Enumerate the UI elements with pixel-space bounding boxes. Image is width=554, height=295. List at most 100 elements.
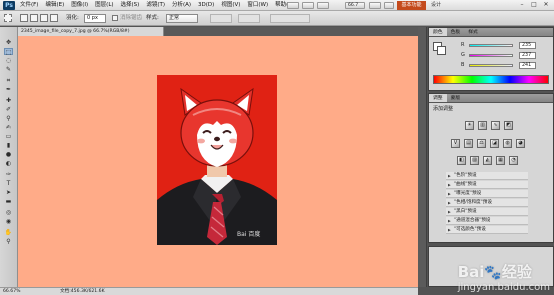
screen-mode-button[interactable]	[384, 2, 394, 9]
lasso-tool-icon[interactable]: ◌	[4, 57, 13, 64]
zoom-select[interactable]: 66.7	[345, 2, 365, 9]
new-selection-icon[interactable]	[20, 14, 28, 22]
arrange-button[interactable]	[369, 2, 381, 9]
gradient-map-icon[interactable]: ▦	[496, 156, 505, 165]
brightness-icon[interactable]: ☀	[465, 121, 474, 130]
move-tool-icon[interactable]: ✥	[4, 39, 13, 46]
tab-styles[interactable]: 样式	[464, 28, 482, 36]
3d-camera-icon[interactable]: ◉	[4, 218, 13, 225]
antialias-checkbox[interactable]	[112, 15, 118, 21]
close-icon[interactable]: ✕	[541, 1, 551, 9]
watermark-brand: Bai	[457, 263, 485, 281]
menu-edit[interactable]: 编辑(E)	[45, 0, 64, 11]
posterize-icon[interactable]: ▨	[470, 156, 479, 165]
adjustments-panel-tabs: 调整 蒙版	[429, 94, 553, 103]
eraser-icon[interactable]: ▭	[4, 133, 13, 140]
vibrance-icon[interactable]: V	[451, 139, 460, 148]
restore-icon[interactable]: □	[529, 1, 539, 9]
channel-r-input[interactable]: 235	[519, 42, 536, 49]
exposure-icon[interactable]: ◩	[504, 121, 513, 130]
eyedropper-icon[interactable]: ✒	[4, 86, 13, 93]
type-tool-icon[interactable]: T	[4, 180, 13, 187]
threshold-icon[interactable]: ◭	[483, 156, 492, 165]
clone-stamp-icon[interactable]: ⚲	[4, 115, 13, 122]
hand-tool-icon[interactable]: ✋	[4, 229, 13, 236]
menu-bar: Ps 文件(F) 编辑(E) 图像(I) 图层(L) 选择(S) 滤镜(T) 分…	[0, 0, 554, 11]
document-tab[interactable]: 2345_image_file_copy_7.jpg @ 66.7%(RGB/8…	[18, 27, 164, 36]
channel-g-input[interactable]: 237	[519, 52, 536, 59]
intersect-selection-icon[interactable]	[50, 14, 58, 22]
brush-tool-icon[interactable]: ✐	[4, 106, 13, 113]
preset-levels[interactable]: "色阶"预设	[446, 172, 528, 180]
channel-b-slider[interactable]	[469, 64, 513, 67]
preset-selective-color[interactable]: "可选颜色"预设	[446, 226, 528, 234]
paw-icon: 🐾	[484, 265, 502, 281]
preset-curves[interactable]: "曲线"预设	[446, 181, 528, 189]
menu-filter[interactable]: 滤镜(T)	[146, 0, 165, 11]
selective-color-icon[interactable]: ◔	[509, 156, 518, 165]
preset-hue-saturation[interactable]: "色相/饱和度"预设	[446, 199, 528, 207]
menu-analysis[interactable]: 分析(A)	[172, 0, 191, 11]
width-input	[210, 14, 232, 23]
menu-3d[interactable]: 3D(D)	[198, 0, 214, 11]
marquee-tool-icon[interactable]: ⬚	[4, 48, 13, 56]
hue-saturation-icon[interactable]: ▤	[464, 139, 473, 148]
path-select-icon[interactable]: ➤	[4, 189, 13, 196]
tab-masks[interactable]: 蒙版	[447, 94, 465, 102]
crop-tool-icon[interactable]: ⌗	[4, 77, 13, 84]
color-panel: 颜色 色板 样式 R 235 G 237 B 241	[428, 27, 554, 91]
preset-black-white[interactable]: "黑白"预设	[446, 208, 528, 216]
curves-icon[interactable]: ∿	[491, 121, 500, 130]
marquee-tool-icon[interactable]	[4, 14, 12, 22]
black-white-icon[interactable]: ◪	[490, 139, 499, 148]
style-select[interactable]: 正常	[166, 14, 198, 23]
panel-background-swatch[interactable]	[437, 46, 446, 55]
quick-select-icon[interactable]: ✎	[4, 66, 13, 73]
window-controls: – □ ✕	[515, 1, 551, 9]
watermark-site: jingyan.baidu.com	[457, 282, 550, 293]
height-input	[238, 14, 260, 23]
3d-rotate-icon[interactable]: ◎	[4, 209, 13, 216]
invert-icon[interactable]: ◧	[457, 156, 466, 165]
menu-view[interactable]: 视图(V)	[221, 0, 240, 11]
preset-exposure[interactable]: "曝光度"预设	[446, 190, 528, 198]
dodge-tool-icon[interactable]: ◐	[4, 160, 13, 167]
menu-file[interactable]: 文件(F)	[20, 0, 38, 11]
workspace-essentials[interactable]: 基本功能	[397, 1, 426, 10]
zoom-tool-icon[interactable]: ⚲	[4, 238, 13, 245]
tab-color[interactable]: 颜色	[429, 28, 447, 36]
feather-input[interactable]: 0 px	[84, 14, 106, 23]
color-balance-icon[interactable]: ⚖	[477, 139, 486, 148]
menu-layer[interactable]: 图层(L)	[95, 0, 113, 11]
preset-channel-mixer[interactable]: "通道混合器"预设	[446, 217, 528, 225]
tab-adjustments[interactable]: 调整	[429, 94, 447, 102]
pen-tool-icon[interactable]: ✑	[4, 171, 13, 178]
subtract-selection-icon[interactable]	[40, 14, 48, 22]
channel-r-label: R	[461, 42, 465, 48]
tab-swatches[interactable]: 色板	[447, 28, 465, 36]
history-brush-icon[interactable]: ✍	[4, 124, 13, 131]
menu-window[interactable]: 窗口(W)	[247, 0, 268, 11]
menu-select[interactable]: 选择(S)	[121, 0, 140, 11]
blur-tool-icon[interactable]: ●	[4, 151, 13, 158]
channel-mixer-icon[interactable]: ◕	[516, 139, 525, 148]
extras-button[interactable]	[317, 2, 329, 9]
minimize-icon[interactable]: –	[517, 1, 527, 9]
bridge-button[interactable]	[287, 2, 299, 9]
status-zoom[interactable]: 66.67%	[3, 288, 21, 295]
channel-r-slider[interactable]	[469, 44, 513, 47]
levels-icon[interactable]: ▥	[478, 121, 487, 130]
channel-b-input[interactable]: 241	[519, 62, 536, 69]
color-ramp[interactable]	[433, 75, 549, 84]
add-selection-icon[interactable]	[30, 14, 38, 22]
minibridge-button[interactable]	[302, 2, 314, 9]
baidu-watermark: Bai🐾经验 jingyan.baidu.com	[458, 261, 550, 293]
healing-brush-icon[interactable]: ✚	[4, 97, 13, 104]
channel-g-slider[interactable]	[469, 54, 513, 57]
menu-image[interactable]: 图像(I)	[71, 0, 88, 11]
workspace-design[interactable]: 设计	[431, 1, 441, 10]
shape-tool-icon[interactable]: ▬	[4, 198, 13, 205]
gradient-icon[interactable]: ▮	[4, 142, 13, 149]
photoshop-logo: Ps	[3, 1, 15, 10]
photo-filter-icon[interactable]: ◍	[503, 139, 512, 148]
